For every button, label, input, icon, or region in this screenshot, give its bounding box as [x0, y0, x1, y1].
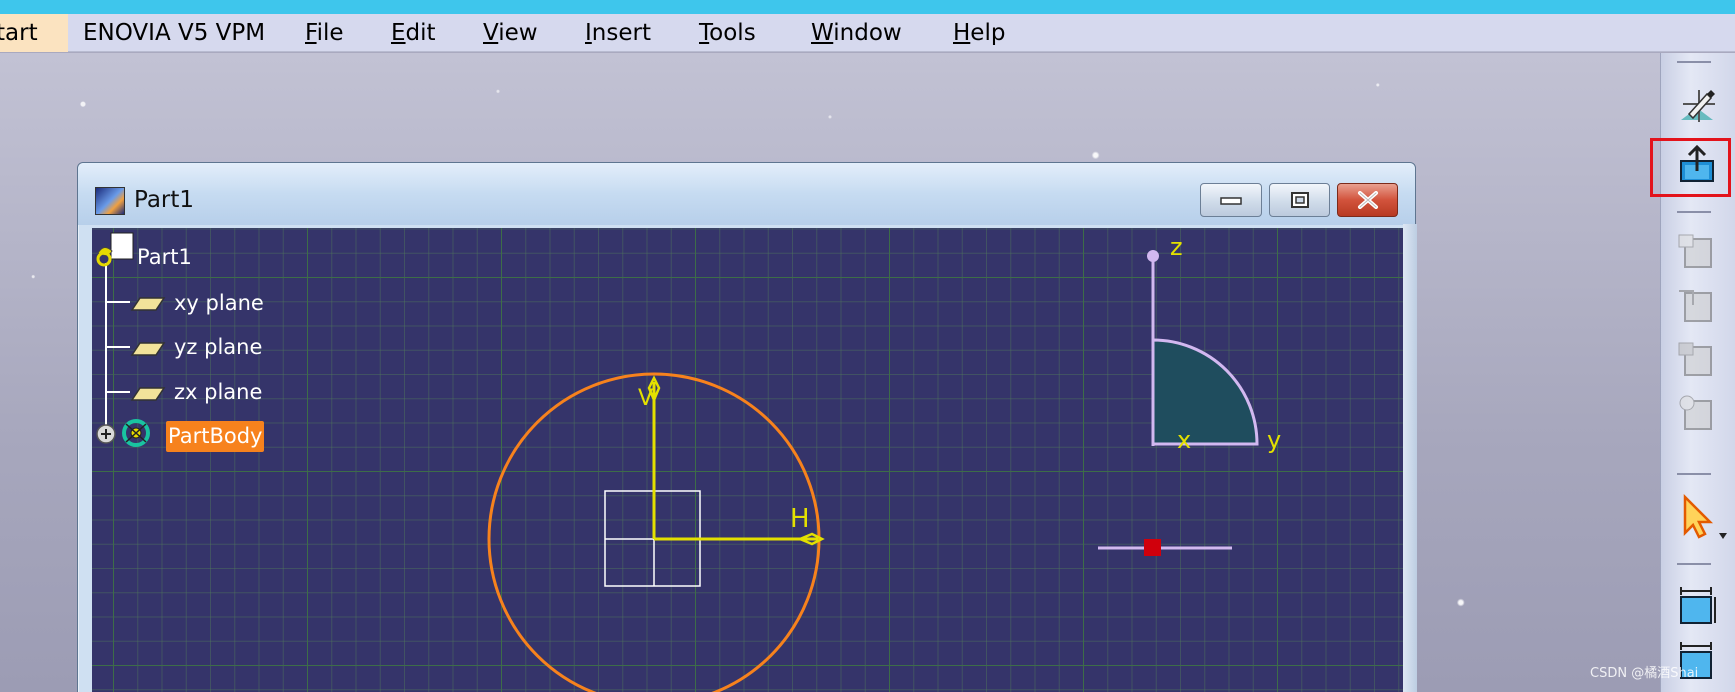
- feature-button-1[interactable]: [1675, 229, 1719, 273]
- plane-icon-zx: [130, 387, 166, 401]
- plane-icon-yz: [130, 342, 166, 356]
- constraint-button-1[interactable]: [1675, 583, 1719, 627]
- select-arrow-icon: [1683, 493, 1727, 539]
- partbody-icon: [122, 419, 150, 447]
- toolbar-separator: [1677, 473, 1711, 475]
- feature-icon-3: [1678, 342, 1712, 376]
- menu-insert[interactable]: Insert: [585, 14, 651, 52]
- compass-quarter-disc: [1151, 338, 1259, 446]
- menu-help[interactable]: Help: [953, 14, 1005, 52]
- maximize-button[interactable]: [1269, 183, 1330, 217]
- highlight-box: [1650, 138, 1731, 197]
- restore-icon: [1290, 192, 1309, 208]
- minimize-button[interactable]: [1200, 183, 1262, 217]
- window-right-edge: [1403, 224, 1417, 692]
- tree-item-partbody[interactable]: PartBody: [166, 421, 265, 452]
- feature-button-3[interactable]: [1675, 337, 1719, 381]
- compass-anchor: [1144, 539, 1161, 556]
- constraint-icon-1: [1680, 587, 1716, 624]
- part-window: Part1 Part1 xy plane yz plane zx plane P…: [77, 162, 1416, 692]
- start-menu-button[interactable]: tart: [0, 14, 68, 52]
- toolbar-separator: [1677, 211, 1711, 213]
- close-icon: [1357, 191, 1378, 209]
- tree-root-part1[interactable]: Part1: [137, 244, 192, 270]
- tree-item-zx-plane[interactable]: zx plane: [174, 379, 262, 405]
- toolbar-separator: [1677, 563, 1711, 565]
- sketcher-icon: [1681, 90, 1715, 122]
- window-title: Part1: [134, 187, 195, 213]
- compass-z-tip: [1147, 250, 1159, 262]
- window-titlebar[interactable]: Part1: [78, 163, 1415, 225]
- menu-bar: tart ENOVIA V5 VPM File Edit View Insert…: [0, 14, 1735, 52]
- part-root-icon: [96, 232, 134, 267]
- tree-item-xy-plane[interactable]: xy plane: [174, 290, 264, 316]
- select-button[interactable]: [1675, 493, 1727, 539]
- tree-connectors: [105, 263, 130, 428]
- sketch-scene: [96, 232, 1259, 692]
- feature-icon-1: [1678, 234, 1712, 268]
- h-axis-label: H: [790, 504, 810, 534]
- 3d-viewport[interactable]: Part1 xy plane yz plane zx plane PartBod…: [92, 228, 1403, 692]
- catia-document-icon: [95, 187, 125, 215]
- menu-enovia[interactable]: ENOVIA V5 VPM: [83, 14, 265, 52]
- v-axis-label: V: [638, 386, 654, 411]
- feature-button-2[interactable]: [1675, 283, 1719, 327]
- watermark: CSDN @橘酒Shai: [1590, 666, 1699, 681]
- compass-x-label: x: [1177, 426, 1192, 454]
- feature-button-4[interactable]: [1675, 391, 1719, 435]
- toolbar-separator: [1677, 61, 1711, 63]
- expand-partbody-icon: [96, 424, 116, 444]
- menu-edit[interactable]: Edit: [391, 14, 436, 52]
- menu-tools[interactable]: Tools: [699, 14, 756, 52]
- menu-file[interactable]: File: [305, 14, 344, 52]
- sketcher-button[interactable]: [1675, 84, 1719, 128]
- close-button[interactable]: [1337, 183, 1398, 217]
- compass-y-label: y: [1267, 426, 1282, 454]
- title-strip: [0, 0, 1735, 14]
- minimize-icon: [1220, 197, 1242, 205]
- feature-icon-2: [1679, 290, 1712, 322]
- plane-icon-xy: [130, 297, 166, 311]
- tree-item-yz-plane[interactable]: yz plane: [174, 334, 262, 360]
- compass-z-label: z: [1170, 233, 1183, 261]
- menu-window[interactable]: Window: [811, 14, 902, 52]
- menu-view[interactable]: View: [483, 14, 538, 52]
- feature-icon-4: [1679, 395, 1712, 430]
